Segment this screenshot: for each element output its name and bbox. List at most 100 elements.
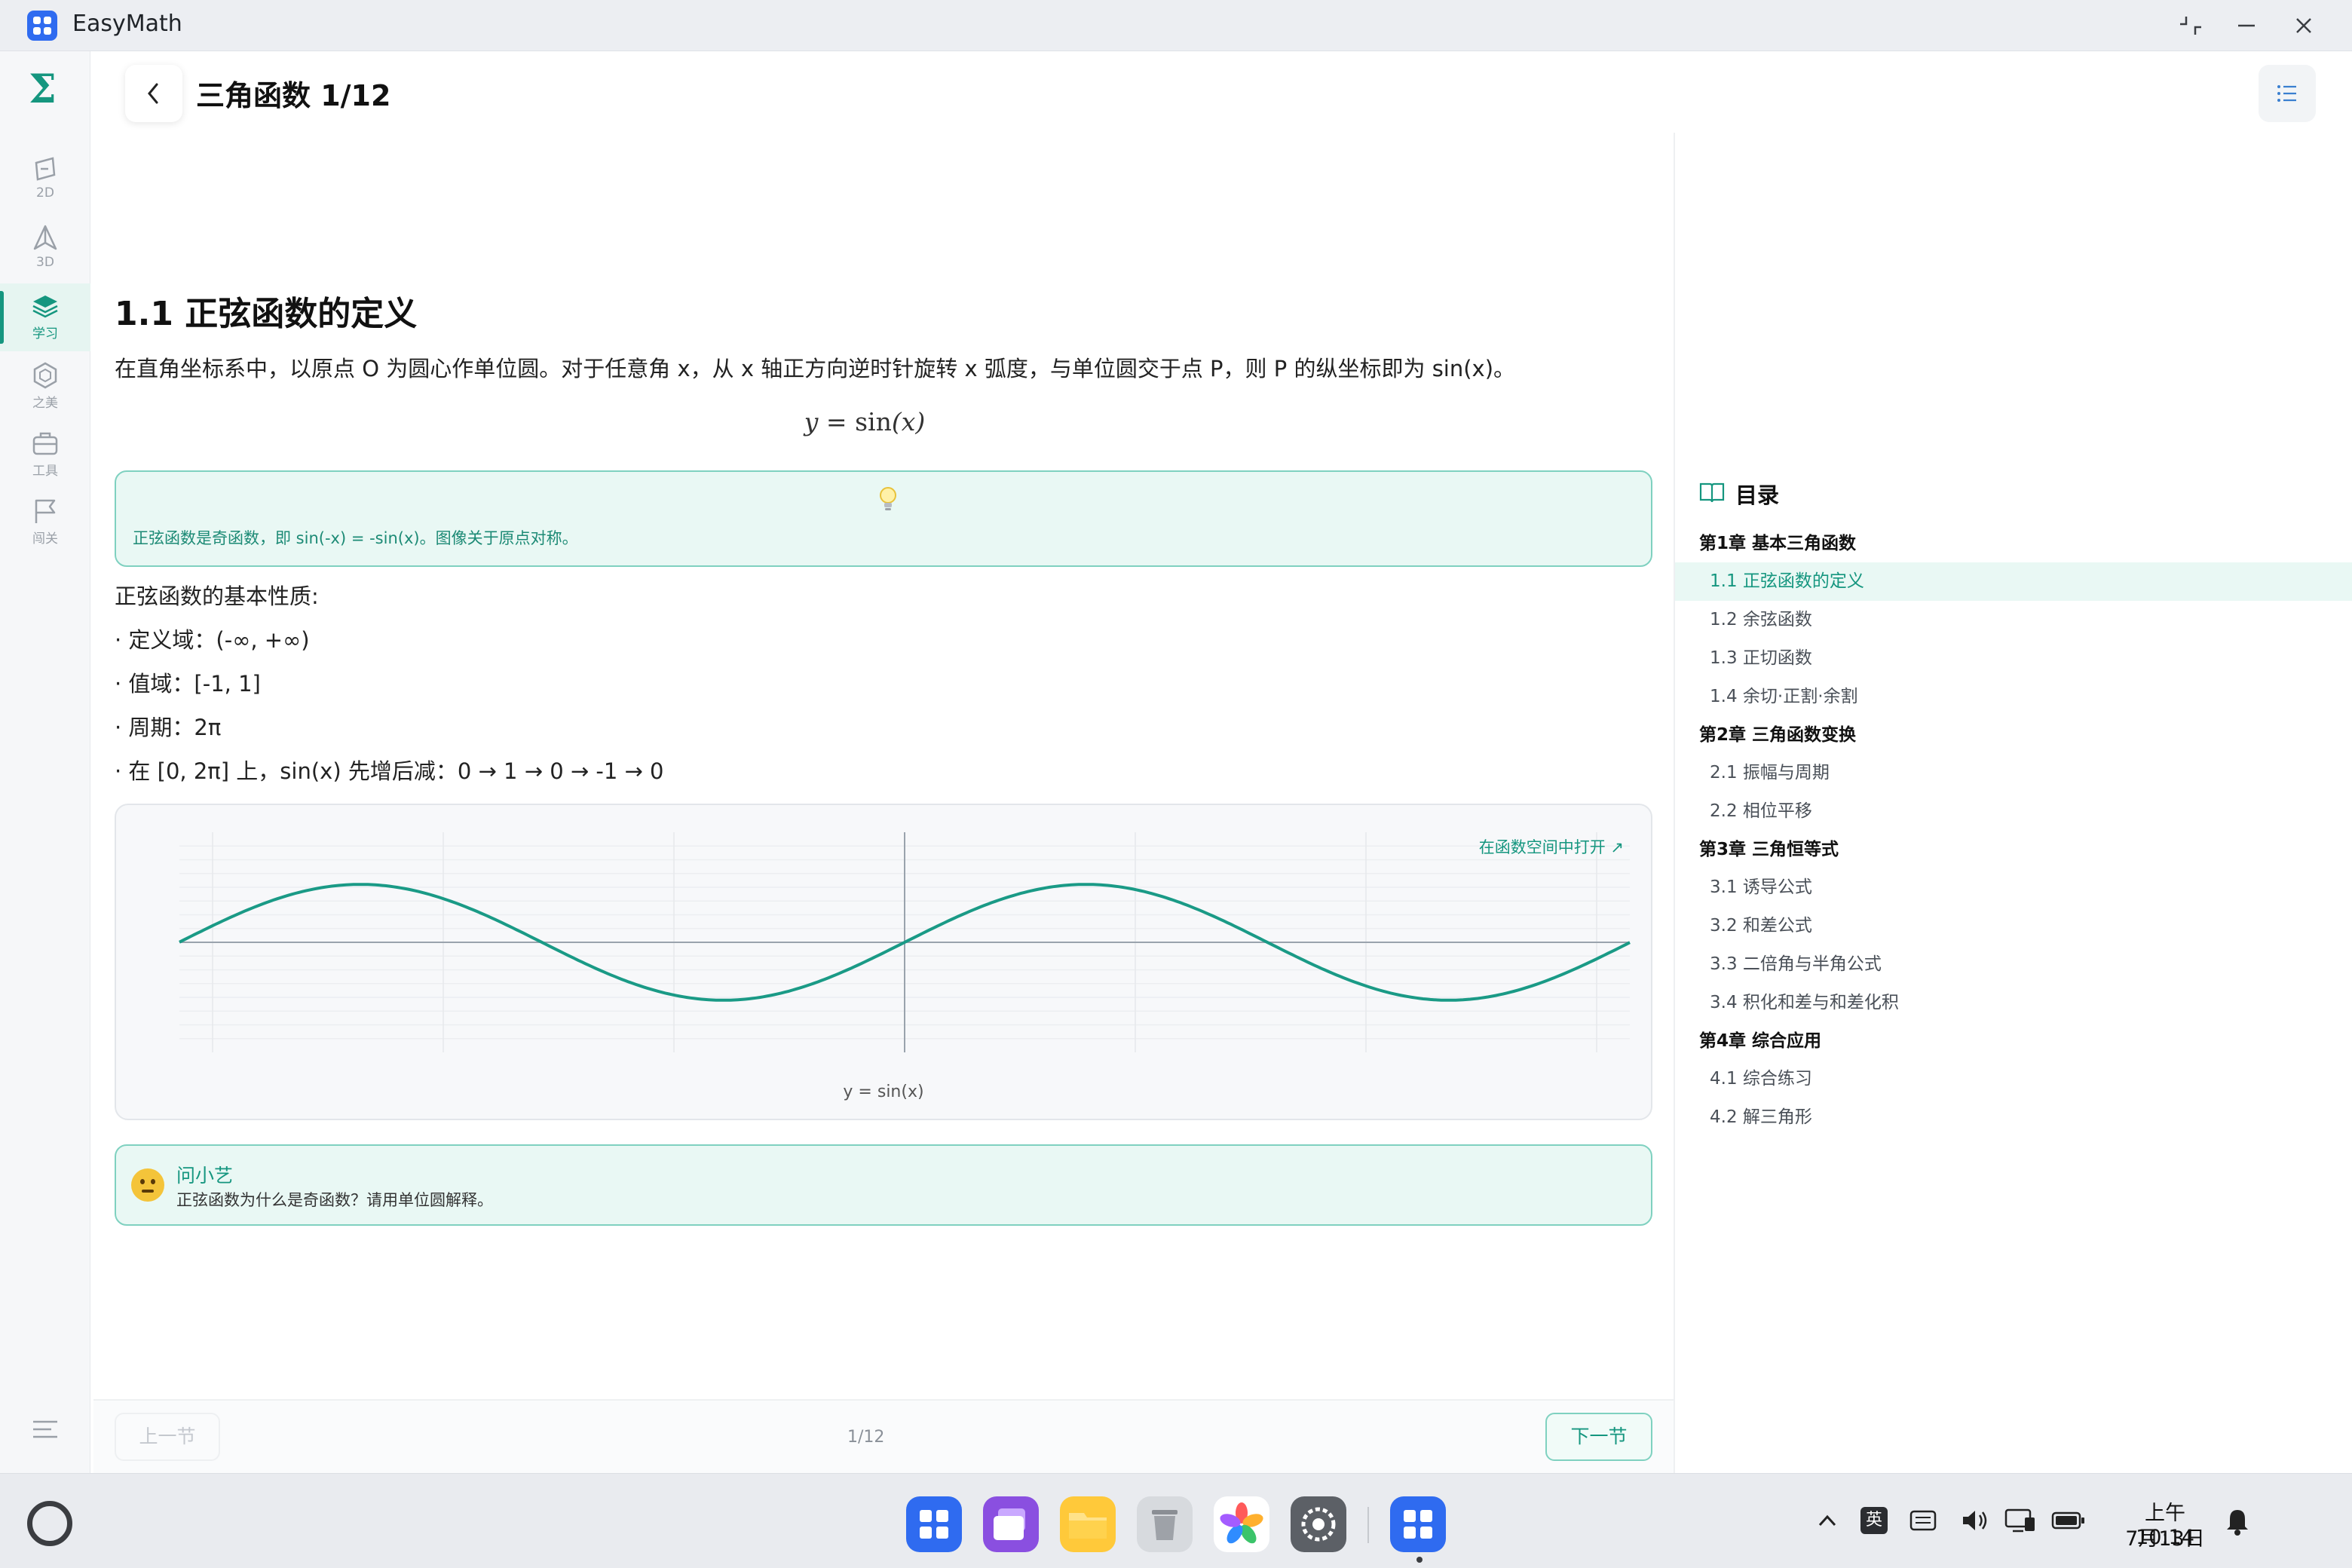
- title-bar: EasyMath: [0, 0, 2352, 51]
- volume-icon[interactable]: [1960, 1507, 1990, 1534]
- list-icon: [2277, 85, 2296, 102]
- list-item: · 值域：[-1, 1]: [115, 671, 261, 697]
- easymath-app-icon[interactable]: [1390, 1496, 1446, 1552]
- menu-collapse-icon[interactable]: [30, 1414, 60, 1447]
- hexagon-icon: [33, 362, 57, 389]
- toc-section-item[interactable]: 1.2 余弦函数: [1675, 601, 2352, 639]
- toc-section-item[interactable]: 4.2 解三角形: [1675, 1098, 2352, 1137]
- nav-item-tools[interactable]: 工具: [0, 421, 90, 488]
- nav-item-beauty[interactable]: 之美: [0, 353, 90, 421]
- back-button[interactable]: [125, 65, 182, 122]
- page-title: 三角函数 1/12: [196, 79, 391, 112]
- app-title: EasyMath: [72, 11, 182, 37]
- sigma-logo-icon[interactable]: Σ: [29, 66, 57, 112]
- nav-item-2d[interactable]: 2D: [0, 146, 90, 214]
- layers-icon: [32, 296, 58, 318]
- toc-chapter: 第1章 基本三角函数: [1699, 534, 1857, 553]
- nav-label: 学习: [32, 326, 58, 341]
- tip-text: 正弦函数是奇函数，即 sin(-x) = -sin(x)。图像关于原点对称。: [133, 529, 578, 547]
- app-grid-icon[interactable]: [906, 1496, 962, 1552]
- toc-list: 第1章 基本三角函数 1.1 正弦函数的定义 1.2 余弦函数 1.3 正切函数 1.4…: [1675, 525, 2352, 1137]
- properties-list: · 定义域：(-∞, +∞) · 值域：[-1, 1] · 周期：2π · 在 …: [115, 623, 664, 798]
- nav-label: 之美: [32, 396, 58, 411]
- close-icon[interactable]: [2289, 11, 2319, 41]
- toc-header: 目录: [1699, 478, 1779, 510]
- toolbox-icon: [32, 432, 58, 455]
- toc-chapter: 第3章 三角恒等式: [1699, 840, 1839, 859]
- keyboard-icon[interactable]: [1909, 1507, 1937, 1534]
- toc-section-item[interactable]: 3.2 和差公式: [1675, 907, 2352, 945]
- formula-eq: =: [818, 407, 856, 436]
- clock-date[interactable]: 7月13日: [2120, 1522, 2210, 1551]
- start-menu-icon[interactable]: [27, 1501, 72, 1546]
- formula-arg: (x): [891, 407, 926, 436]
- section-title: 1.1 正弦函数的定义: [115, 295, 418, 333]
- chevron-left-icon: [148, 83, 158, 104]
- battery-icon[interactable]: [2050, 1507, 2087, 1534]
- minimize-icon[interactable]: [2231, 11, 2262, 41]
- toc-panel: 目录 第1章 基本三角函数 1.1 正弦函数的定义 1.2 余弦函数 1.3 正切函数…: [1674, 133, 2352, 1473]
- toc-section-item[interactable]: 1.4 余切·正割·余割: [1675, 678, 2352, 716]
- intro-paragraph: 在直角坐标系中，以原点 O 为圆心作单位圆。对于任意角 x，从 x 轴正方向逆时…: [115, 356, 1516, 381]
- taskbar: 英 上午10:14 7月13日: [0, 1473, 2352, 1568]
- formula-fn: sin: [855, 407, 892, 436]
- app-logo-icon: [27, 11, 57, 41]
- next-section-button[interactable]: 下一节: [1545, 1413, 1652, 1461]
- toc-chapter: 第4章 综合应用: [1699, 1031, 1822, 1051]
- assistant-name: 问小艺: [176, 1165, 234, 1187]
- book-icon: [1699, 482, 1725, 503]
- prev-section-button[interactable]: 上一节: [115, 1413, 220, 1461]
- toc-toggle-button[interactable]: [2259, 65, 2316, 122]
- nav-label: 工具: [32, 464, 58, 479]
- running-indicator: [1416, 1557, 1423, 1563]
- nav-item-3d[interactable]: 3D: [0, 216, 90, 283]
- toc-section-item[interactable]: 2.2 相位平移: [1675, 792, 2352, 831]
- open-in-function-space-link[interactable]: 在函数空间中打开 ↗: [1479, 835, 1624, 858]
- trash-icon[interactable]: [1137, 1496, 1193, 1552]
- toc-section-item[interactable]: 3.3 二倍角与半角公式: [1675, 945, 2352, 984]
- nav-label: 闯关: [32, 531, 58, 547]
- nav-item-challenge[interactable]: 闯关: [0, 488, 90, 556]
- properties-title: 正弦函数的基本性质:: [115, 583, 319, 609]
- settings-gear-icon[interactable]: [1291, 1496, 1346, 1552]
- folder-icon[interactable]: [1060, 1496, 1116, 1552]
- list-item: · 在 [0, 2π] 上，sin(x) 先增后减：0 → 1 → 0 → -1…: [115, 758, 664, 784]
- list-item: · 定义域：(-∞, +∞): [115, 627, 310, 653]
- nav-label: 2D: [36, 185, 54, 201]
- input-method-indicator[interactable]: 英: [1860, 1507, 1888, 1534]
- plane-2d-icon: [35, 157, 56, 181]
- lightbulb-icon: [880, 487, 896, 510]
- lesson-content: 1.1 正弦函数的定义 在直角坐标系中，以原点 O 为圆心作单位圆。对于任意角 …: [93, 133, 1674, 1399]
- plot-caption: y = sin(x): [843, 1083, 924, 1101]
- ask-assistant-card[interactable]: 问小艺 正弦函数为什么是奇函数？请用单位圆解释。: [115, 1144, 1652, 1226]
- flag-icon: [35, 499, 56, 523]
- toc-section-item[interactable]: 3.1 诱导公式: [1675, 868, 2352, 907]
- restore-icon[interactable]: [2176, 11, 2206, 41]
- nav-label: 3D: [36, 255, 54, 270]
- left-navigation-rail: Σ 2D 3D 学习 之美 工具 闯关: [0, 51, 90, 1473]
- toc-chapter: 第2章 三角函数变换: [1699, 725, 1857, 745]
- formula-lhs: y: [804, 407, 819, 436]
- chevron-up-icon[interactable]: [1814, 1507, 1841, 1534]
- list-item: · 周期：2π: [115, 715, 222, 740]
- bell-icon[interactable]: [2224, 1507, 2251, 1537]
- toc-section-item[interactable]: 3.4 积化和差与和差化积: [1675, 984, 2352, 1022]
- display-icon[interactable]: [2004, 1507, 2037, 1534]
- sine-plot[interactable]: [116, 805, 1654, 1122]
- dock-separator: [1367, 1507, 1369, 1543]
- tip-box: 正弦函数是奇函数，即 sin(-x) = -sin(x)。图像关于原点对称。: [115, 470, 1652, 567]
- sine-plot-card[interactable]: 在函数空间中打开 ↗ y = sin(x): [115, 804, 1652, 1120]
- toc-section-item[interactable]: 1.1 正弦函数的定义: [1675, 562, 2352, 601]
- page-indicator: 1/12: [847, 1428, 885, 1447]
- toc-section-item[interactable]: 1.3 正切函数: [1675, 639, 2352, 678]
- thinking-face-icon: [131, 1168, 164, 1202]
- nav-item-learn[interactable]: 学习: [0, 283, 90, 351]
- toc-section-item[interactable]: 2.1 振幅与周期: [1675, 754, 2352, 792]
- photos-icon[interactable]: [1214, 1496, 1269, 1552]
- lesson-footer: 上一节 1/12 下一节: [93, 1399, 1674, 1473]
- toc-title: 目录: [1735, 482, 1780, 508]
- pyramid-3d-icon: [33, 225, 57, 250]
- toc-section-item[interactable]: 4.1 综合练习: [1675, 1060, 2352, 1098]
- formula: y = sin(x): [93, 407, 1636, 436]
- window-stack-icon[interactable]: [983, 1496, 1039, 1552]
